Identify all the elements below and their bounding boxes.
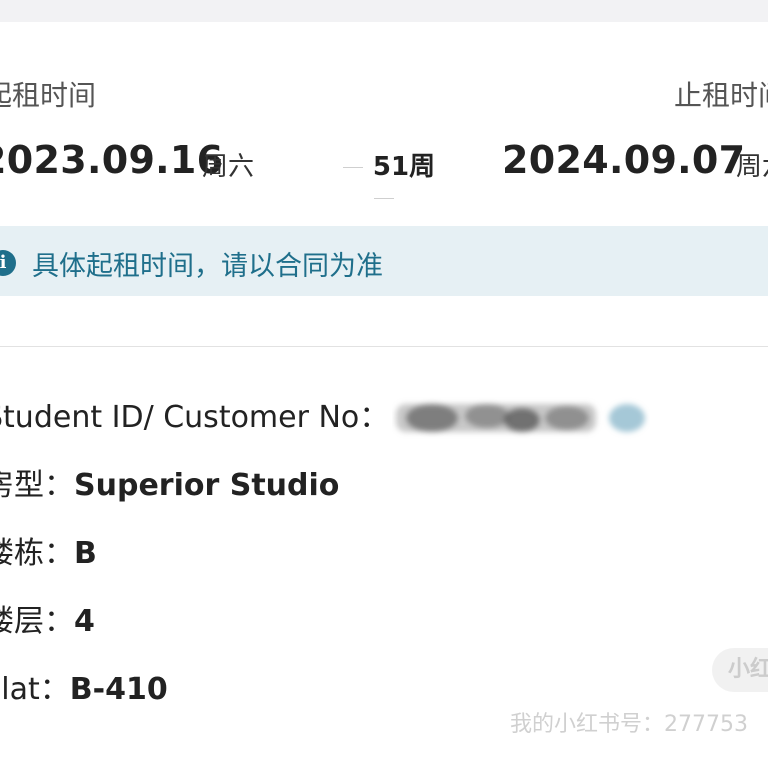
room-type-value: Superior Studio bbox=[74, 468, 340, 503]
watermark-text: 我的小红书号：277753 bbox=[510, 712, 748, 737]
duration-left-line bbox=[342, 167, 363, 168]
student-id-row: Student ID/ Customer No： bbox=[0, 396, 645, 440]
lease-start-label: 起租时间 bbox=[0, 79, 97, 112]
flat-value: B-410 bbox=[69, 672, 168, 707]
lease-notice-text: 具体起租时间，请以合同为准 bbox=[32, 251, 383, 282]
section-divider bbox=[0, 346, 768, 347]
redacted-scribble bbox=[396, 404, 645, 432]
lease-start-date: 2023.09.16 bbox=[0, 138, 224, 182]
lease-duration: 51周 bbox=[320, 146, 448, 213]
floor-row: 楼层：4 bbox=[0, 600, 95, 644]
building-value: B bbox=[74, 536, 97, 571]
flat-row: Flat：B-410 bbox=[0, 668, 168, 712]
duration-right-line bbox=[374, 198, 394, 199]
floor-value: 4 bbox=[74, 604, 95, 639]
floor-label: 楼层： bbox=[0, 604, 74, 639]
info-icon: i bbox=[0, 250, 16, 276]
lease-notice-banner: i 具体起租时间，请以合同为准 bbox=[0, 226, 768, 296]
building-label: 楼栋： bbox=[0, 536, 74, 571]
lease-end-weekday: 周六 bbox=[736, 152, 768, 182]
lease-duration-value: 51周 bbox=[372, 152, 436, 182]
page: 起租时间 止租时间 2023.09.16 周六 51周 2024.09.07 周… bbox=[0, 0, 768, 768]
lease-card: 起租时间 止租时间 2023.09.16 周六 51周 2024.09.07 周… bbox=[0, 22, 768, 768]
lease-end-label: 止租时间 bbox=[674, 79, 768, 112]
room-type-row: 房型：Superior Studio bbox=[0, 464, 339, 508]
flat-label: Flat： bbox=[0, 672, 70, 707]
room-type-label: 房型： bbox=[0, 468, 74, 503]
lease-start-weekday: 周六 bbox=[202, 152, 255, 182]
building-row: 楼栋：B bbox=[0, 532, 97, 576]
watermark-badge: 小红 bbox=[712, 648, 768, 692]
student-id-label: Student ID/ Customer No： bbox=[0, 400, 390, 435]
lease-period: 起租时间 止租时间 2023.09.16 周六 51周 2024.09.07 周… bbox=[0, 22, 768, 242]
lease-end-date: 2024.09.07 bbox=[502, 138, 746, 182]
